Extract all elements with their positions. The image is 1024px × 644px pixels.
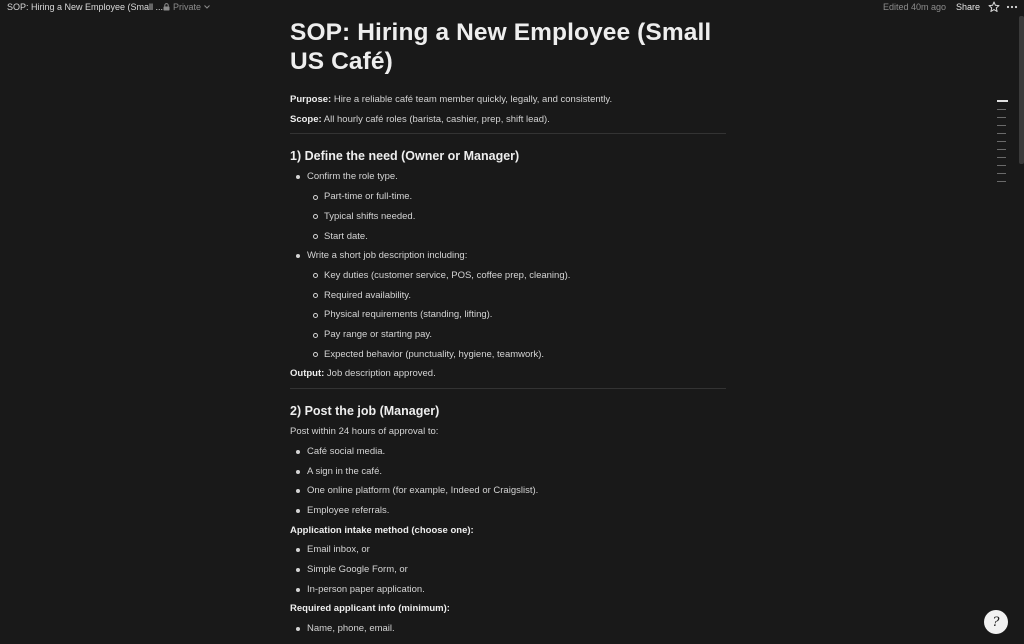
intake-label-line[interactable]: Application intake method (choose one):: [290, 521, 726, 541]
list-item[interactable]: One online platform (for example, Indeed…: [290, 481, 726, 501]
list-item[interactable]: A sign in the café.: [290, 462, 726, 482]
output-line[interactable]: Output: Job description approved.: [290, 364, 726, 384]
toc-line[interactable]: [997, 173, 1006, 174]
list-item[interactable]: Expected behavior (punctuality, hygiene,…: [290, 345, 726, 365]
more-horizontal-icon[interactable]: [1006, 1, 1018, 15]
edited-timestamp: Edited 40m ago: [883, 2, 947, 12]
scrollbar-thumb[interactable]: [1019, 16, 1024, 164]
help-icon[interactable]: ?: [984, 610, 1008, 634]
post-intro[interactable]: Post within 24 hours of approval to:: [290, 422, 726, 442]
required-label-line[interactable]: Required applicant info (minimum):: [290, 599, 726, 619]
toc-line[interactable]: [997, 125, 1006, 126]
list-item[interactable]: Typical shifts needed.: [290, 207, 726, 227]
define-need-list: Confirm the role type. Part-time or full…: [290, 167, 726, 364]
list-item[interactable]: Pay range or starting pay.: [290, 325, 726, 345]
toc-line[interactable]: [997, 109, 1006, 110]
privacy-label: Private: [173, 2, 202, 12]
top-bar: SOP: Hiring a New Employee (Small ... Pr…: [0, 0, 1024, 16]
list-item[interactable]: Physical requirements (standing, lifting…: [290, 305, 726, 325]
page-content[interactable]: SOP: Hiring a New Employee (Small US Caf…: [290, 18, 726, 639]
chevron-down-icon: [204, 5, 210, 9]
toc-line[interactable]: [997, 165, 1006, 166]
page-title[interactable]: SOP: Hiring a New Employee (Small US Caf…: [290, 18, 726, 76]
list-item[interactable]: Name, phone, email.: [290, 619, 726, 639]
list-item[interactable]: Required availability.: [290, 286, 726, 306]
list-item[interactable]: Employee referrals.: [290, 501, 726, 521]
list-item[interactable]: Confirm the role type.: [290, 167, 726, 187]
required-info-list: Name, phone, email.: [290, 619, 726, 639]
list-item[interactable]: Part-time or full-time.: [290, 187, 726, 207]
output-label: Output:: [290, 368, 325, 380]
share-button[interactable]: Share: [956, 2, 980, 12]
list-item[interactable]: In-person paper application.: [290, 580, 726, 600]
toc-line[interactable]: [997, 181, 1006, 182]
required-label: Required applicant info (minimum):: [290, 603, 450, 615]
scope-label: Scope:: [290, 113, 322, 125]
purpose-label: Purpose:: [290, 94, 332, 105]
table-of-contents-minimap[interactable]: [997, 100, 1008, 189]
intake-methods-list: Email inbox, or Simple Google Form, or I…: [290, 540, 726, 599]
list-item[interactable]: Start date.: [290, 227, 726, 247]
toc-line[interactable]: [997, 100, 1008, 102]
purpose-line[interactable]: Purpose: Hire a reliable café team membe…: [290, 90, 726, 110]
section-heading-define-need[interactable]: 1) Define the need (Owner or Manager): [290, 148, 726, 165]
output-text: Job description approved.: [324, 368, 436, 380]
post-channels-list: Café social media. A sign in the café. O…: [290, 442, 726, 521]
purpose-text: Hire a reliable café team member quickly…: [331, 94, 613, 105]
list-item[interactable]: Email inbox, or: [290, 540, 726, 560]
list-item[interactable]: Key duties (customer service, POS, coffe…: [290, 266, 726, 286]
scope-text: All hourly café roles (barista, cashier,…: [321, 113, 550, 125]
list-item[interactable]: Write a short job description including:: [290, 246, 726, 266]
star-icon[interactable]: [988, 1, 1000, 15]
toc-line[interactable]: [997, 141, 1006, 142]
list-item[interactable]: Simple Google Form, or: [290, 560, 726, 580]
breadcrumb-page-title[interactable]: SOP: Hiring a New Employee (Small ...: [7, 2, 163, 12]
scope-line[interactable]: Scope: All hourly café roles (barista, c…: [290, 110, 726, 130]
toc-line[interactable]: [997, 133, 1006, 134]
divider: [290, 133, 726, 135]
intake-label: Application intake method (choose one):: [290, 524, 474, 536]
list-item[interactable]: Café social media.: [290, 442, 726, 462]
lock-icon: [163, 3, 170, 11]
divider: [290, 388, 726, 390]
toc-line[interactable]: [997, 157, 1006, 158]
toc-line[interactable]: [997, 117, 1006, 118]
toc-line[interactable]: [997, 149, 1006, 150]
privacy-dropdown[interactable]: Private: [163, 2, 210, 12]
section-heading-post-job[interactable]: 2) Post the job (Manager): [290, 403, 726, 420]
